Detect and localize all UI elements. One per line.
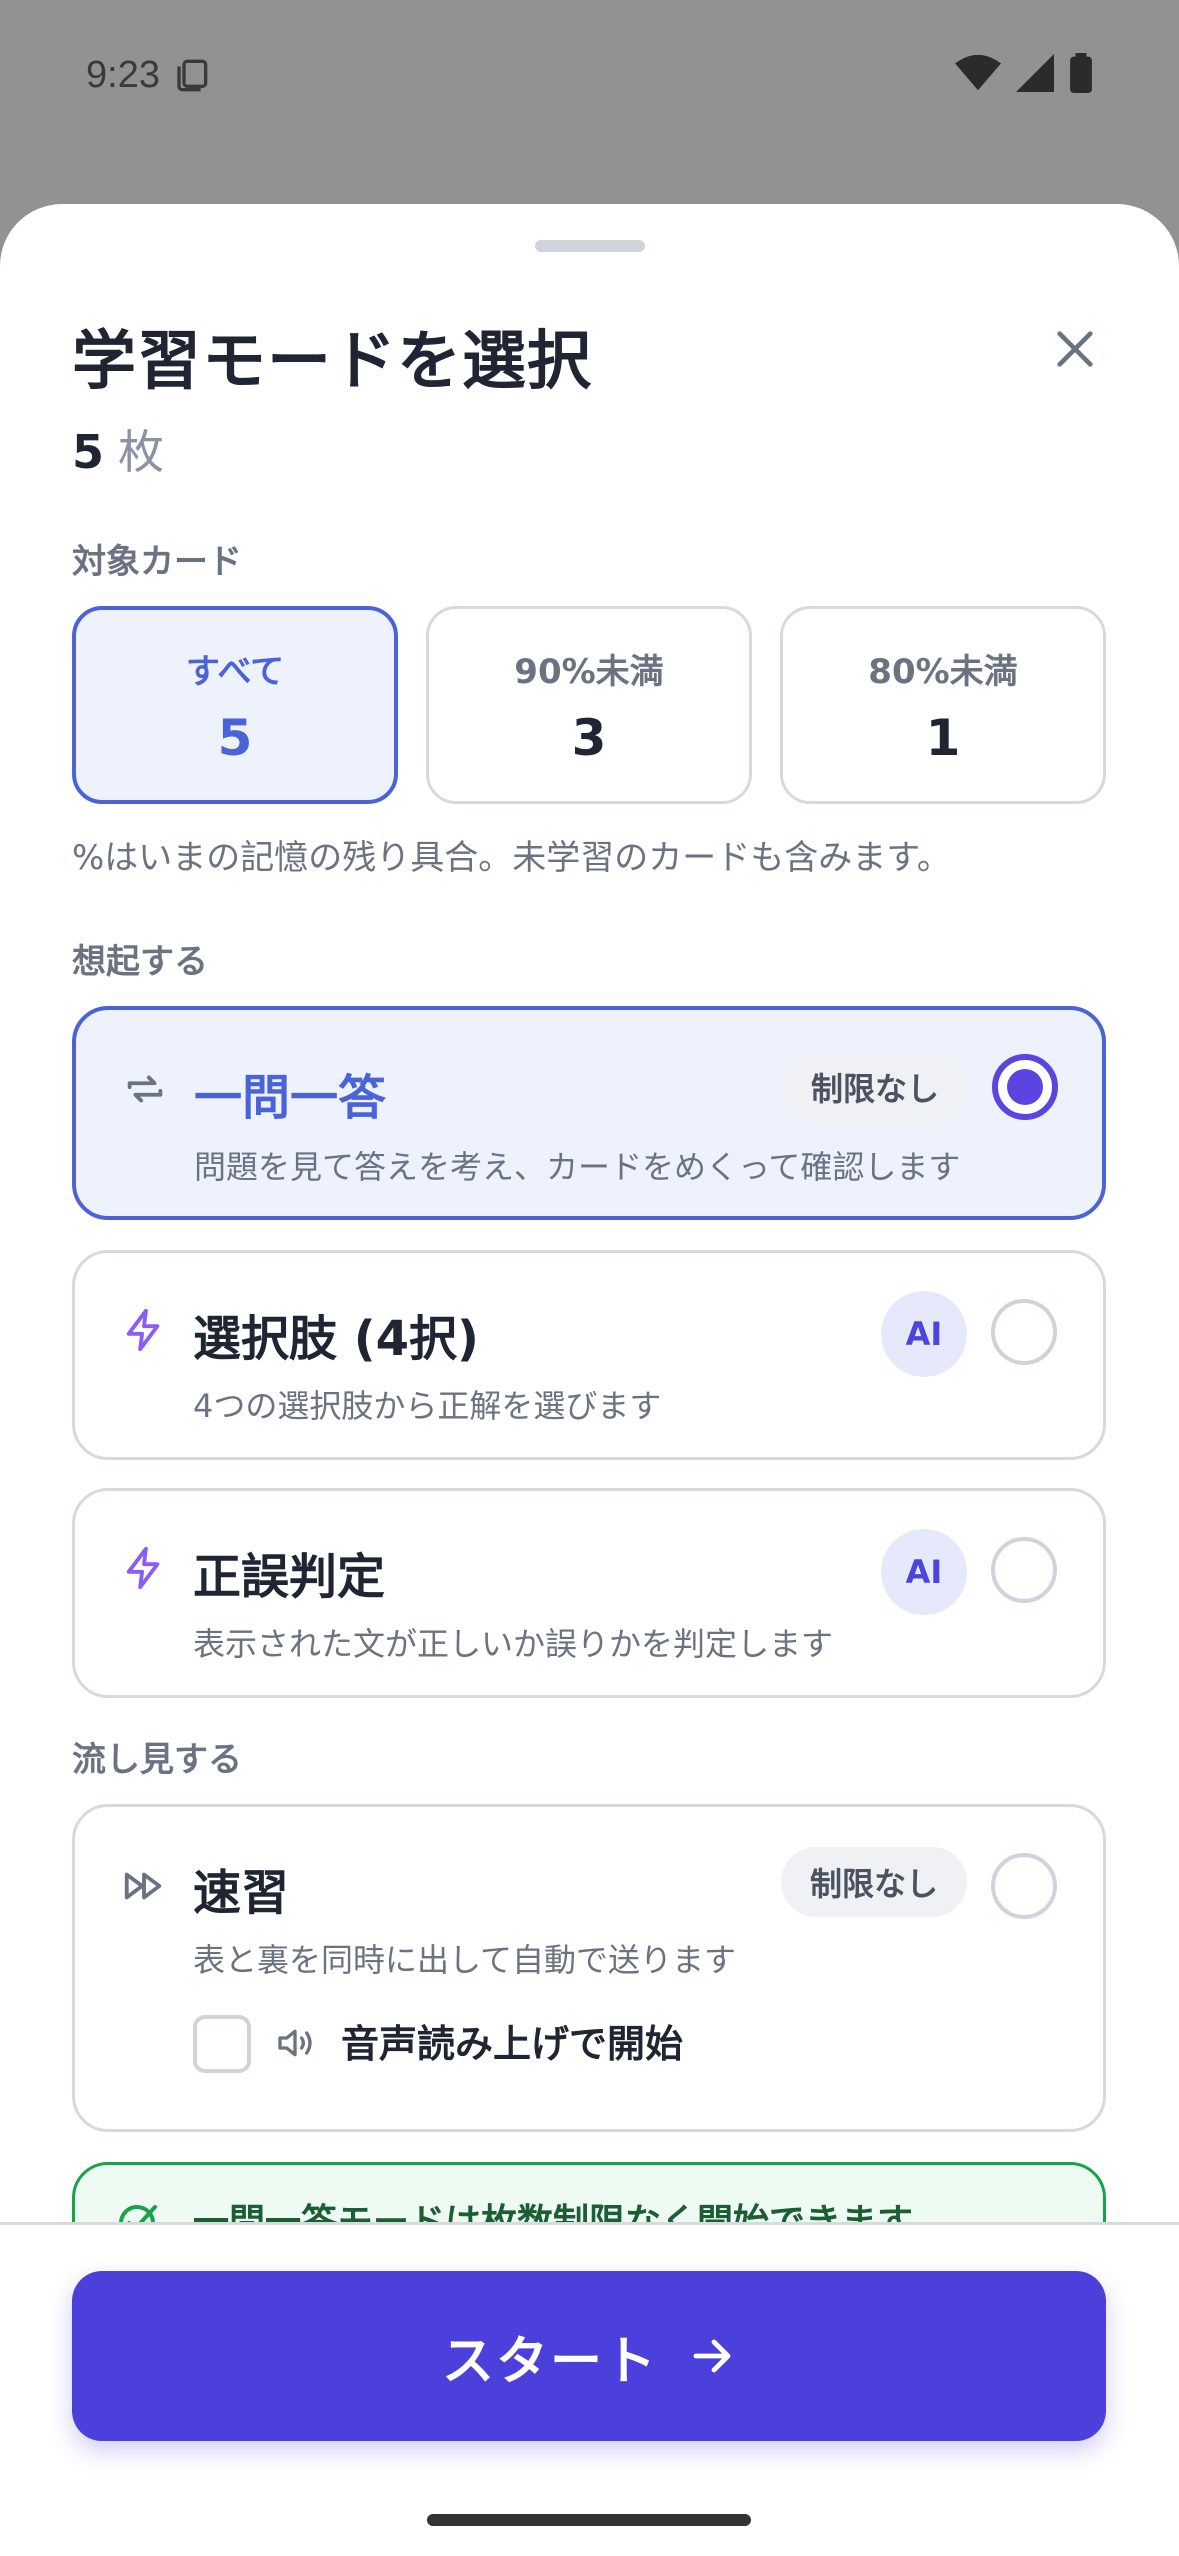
mode-title: 一問一答 (194, 1070, 387, 1126)
target-section-label: 対象カード (72, 542, 242, 582)
mode-option-true-false[interactable]: 正誤判定 表示された文が正しいか誤りかを判定します AI (72, 1488, 1106, 1698)
card-count-number: 5 (72, 425, 105, 479)
tts-label: 音声読み上げで開始 (341, 2022, 684, 2066)
drag-handle[interactable] (535, 240, 645, 252)
mode-description: 4つの選択肢から正解を選びます (193, 1387, 662, 1425)
close-button[interactable] (1040, 314, 1110, 384)
target-option-label: 80%未満 (868, 651, 1018, 692)
target-hint: %はいまの記憶の残り具合。未学習のカードも含みます。 (72, 838, 951, 878)
target-option-value: 3 (571, 708, 607, 767)
card-count-unit: 枚 (118, 425, 165, 479)
no-limit-badge: 制限なし (782, 1052, 968, 1122)
mode-select-sheet: 学習モードを選択 5 枚 対象カード すべて 5 90%未満 3 80%未満 1… (0, 204, 1179, 2556)
start-button[interactable]: スタート (72, 2271, 1106, 2441)
target-option-label: 90%未満 (514, 651, 664, 692)
sheet-title: 学習モードを選択 (72, 325, 592, 399)
lightning-icon (126, 1546, 160, 1590)
mode-title: 正誤判定 (193, 1549, 386, 1605)
repeat-icon (127, 1075, 163, 1103)
target-option-value: 1 (925, 708, 961, 767)
mode-description: 問題を見て答えを考え、カードをめくって確認します (194, 1148, 961, 1186)
speaker-icon (278, 2029, 312, 2057)
ai-badge: AI (881, 1291, 967, 1377)
target-option-label: すべて (185, 651, 285, 692)
target-option-under-80[interactable]: 80%未満 1 (780, 606, 1106, 804)
start-button-label: スタート (441, 2331, 658, 2392)
mode-title: 速習 (193, 1865, 290, 1921)
status-bar: 9:23 (0, 0, 1179, 150)
arrow-right-icon (693, 2339, 731, 2373)
mode-radio[interactable] (992, 1054, 1058, 1120)
mode-radio[interactable] (991, 1537, 1057, 1603)
recall-section-label: 想起する (72, 942, 208, 982)
mode-option-speed-study[interactable]: 速習 表と裏を同時に出して自動で送ります 制限なし 音声読み上げで開始 (72, 1804, 1106, 2132)
home-indicator[interactable] (427, 2514, 751, 2526)
mode-radio[interactable] (991, 1853, 1057, 1919)
screenshot-notification-icon (174, 53, 214, 97)
target-option-all[interactable]: すべて 5 (72, 606, 398, 804)
battery-icon (1069, 53, 1093, 97)
mode-description: 表示された文が正しいか誤りかを判定します (193, 1625, 834, 1663)
mode-radio[interactable] (991, 1299, 1057, 1365)
ai-badge: AI (881, 1529, 967, 1615)
sheet-footer: スタート (0, 2222, 1179, 2556)
close-icon (1057, 331, 1093, 367)
status-time: 9:23 (86, 53, 160, 96)
target-option-value: 5 (217, 708, 253, 767)
wifi-icon (955, 54, 1001, 95)
fast-forward-icon (124, 1872, 162, 1900)
tts-checkbox[interactable] (193, 2015, 251, 2073)
card-count: 5 枚 (72, 416, 164, 482)
mode-option-qa[interactable]: 一問一答 問題を見て答えを考え、カードをめくって確認します 制限なし (72, 1006, 1106, 1220)
mode-title: 選択肢 (4択) (193, 1311, 479, 1367)
target-option-under-90[interactable]: 90%未満 3 (426, 606, 752, 804)
no-limit-badge: 制限なし (781, 1847, 967, 1917)
lightning-icon (126, 1308, 160, 1352)
mode-option-multiple-choice[interactable]: 選択肢 (4択) 4つの選択肢から正解を選びます AI (72, 1250, 1106, 1460)
cellular-signal-icon (1015, 54, 1055, 96)
mode-description: 表と裏を同時に出して自動で送ります (193, 1941, 737, 1979)
browse-section-label: 流し見する (72, 1740, 242, 1780)
